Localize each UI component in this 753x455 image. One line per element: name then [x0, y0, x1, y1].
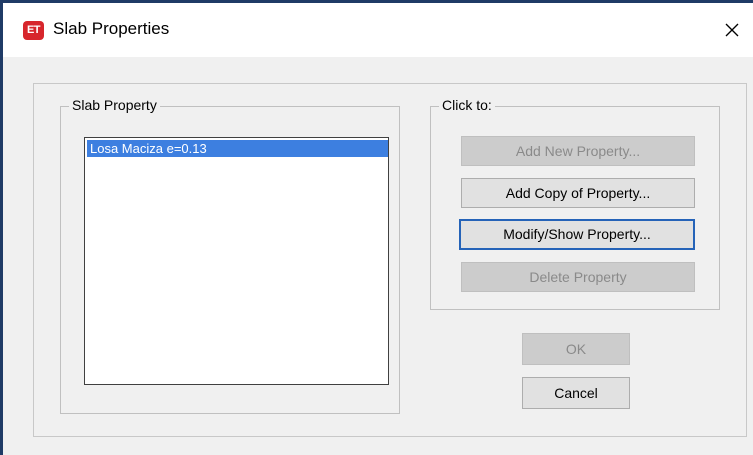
dialog-content: Slab Property Losa Maciza e=0.13 Click t…: [33, 83, 747, 437]
modify-show-property-button[interactable]: Modify/Show Property...: [459, 219, 695, 250]
cancel-button[interactable]: Cancel: [522, 377, 630, 409]
etabs-app-icon: ET: [23, 21, 44, 40]
add-new-property-button[interactable]: Add New Property...: [461, 136, 695, 166]
close-icon: [725, 23, 739, 37]
click-to-legend: Click to:: [439, 97, 495, 113]
close-button[interactable]: [707, 3, 753, 57]
add-copy-of-property-button[interactable]: Add Copy of Property...: [461, 178, 695, 208]
list-item-selected[interactable]: Losa Maciza e=0.13: [87, 140, 388, 157]
slab-property-list[interactable]: Losa Maciza e=0.13: [84, 137, 389, 385]
delete-property-button[interactable]: Delete Property: [461, 262, 695, 292]
ok-button[interactable]: OK: [522, 333, 630, 365]
dialog-window: ET Slab Properties Slab Property Losa Ma…: [0, 0, 753, 455]
title-bar: ET Slab Properties: [3, 3, 753, 57]
slab-property-legend: Slab Property: [69, 97, 160, 113]
dialog-title: Slab Properties: [53, 19, 170, 38]
